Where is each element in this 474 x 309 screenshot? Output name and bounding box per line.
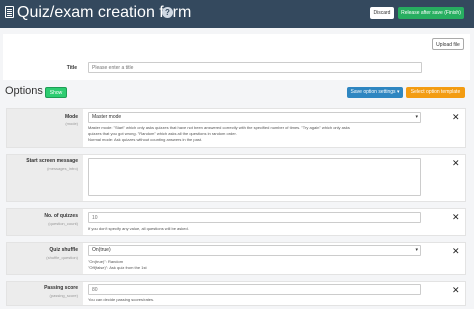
mode-key: (mode)	[65, 121, 78, 126]
discard-button[interactable]: Discard	[370, 7, 394, 19]
options-heading: Options	[5, 85, 43, 97]
title-input[interactable]	[88, 62, 422, 73]
passing-score-description: You can decide passing scores/rates.	[88, 297, 155, 302]
close-icon[interactable]: ✕	[452, 159, 460, 168]
shuffle-label: Quiz shuffle	[49, 247, 78, 253]
quiz-count-key: (question_count)	[48, 221, 78, 226]
shuffle-select[interactable]: On(true) ▾	[88, 245, 421, 256]
start-message-textarea[interactable]	[88, 158, 421, 196]
passing-score-input[interactable]	[88, 284, 421, 295]
quiz-count-input[interactable]	[88, 212, 421, 223]
quiz-count-description: If you don't specify any value, all ques…	[88, 226, 189, 231]
shuffle-description-line-1: "On(true)": Random	[88, 259, 124, 264]
release-after-save-button[interactable]: Release after save (Finish)	[398, 7, 464, 19]
caret-down-icon: ▾	[415, 247, 418, 253]
close-icon[interactable]: ✕	[452, 113, 460, 122]
start-message-label: Start screen message	[26, 158, 78, 164]
show-options-button[interactable]: Show	[45, 87, 67, 98]
help-icon[interactable]: ?	[162, 7, 173, 18]
shuffle-select-value: On(true)	[92, 247, 111, 253]
mode-description-line-1: Master mode: "Start" which only asks qui…	[88, 125, 350, 130]
upload-file-button[interactable]: Upload file	[432, 38, 464, 50]
shuffle-key: (shuffle_question)	[46, 255, 78, 260]
title-label: Title	[66, 65, 77, 71]
passing-score-key: (passing_score)	[49, 293, 78, 298]
document-icon	[5, 6, 14, 18]
start-message-key: (messages_intro)	[47, 166, 78, 171]
mode-label: Mode	[64, 114, 78, 120]
title-panel	[3, 34, 470, 80]
close-icon[interactable]: ✕	[452, 213, 460, 222]
save-option-settings-button[interactable]: Save option settings ▾	[347, 87, 403, 98]
select-option-template-button[interactable]: Select option template	[406, 87, 465, 98]
mode-description-line-3: Normal mode: Ask quizzes without countin…	[88, 137, 203, 142]
quiz-count-label: No. of quizzes	[44, 213, 78, 219]
passing-score-label: Passing score	[44, 285, 78, 291]
close-icon[interactable]: ✕	[452, 247, 460, 256]
close-icon[interactable]: ✕	[452, 286, 460, 295]
mode-description-line-2: quizzes that you got wrong. "Random" whi…	[88, 131, 237, 136]
mode-select[interactable]: Master mode ▾	[88, 112, 421, 123]
shuffle-description-line-2: "Off(false)": Ask quiz from the 1st	[88, 265, 147, 270]
mode-select-value: Master mode	[92, 114, 122, 120]
caret-down-icon: ▾	[415, 114, 418, 120]
